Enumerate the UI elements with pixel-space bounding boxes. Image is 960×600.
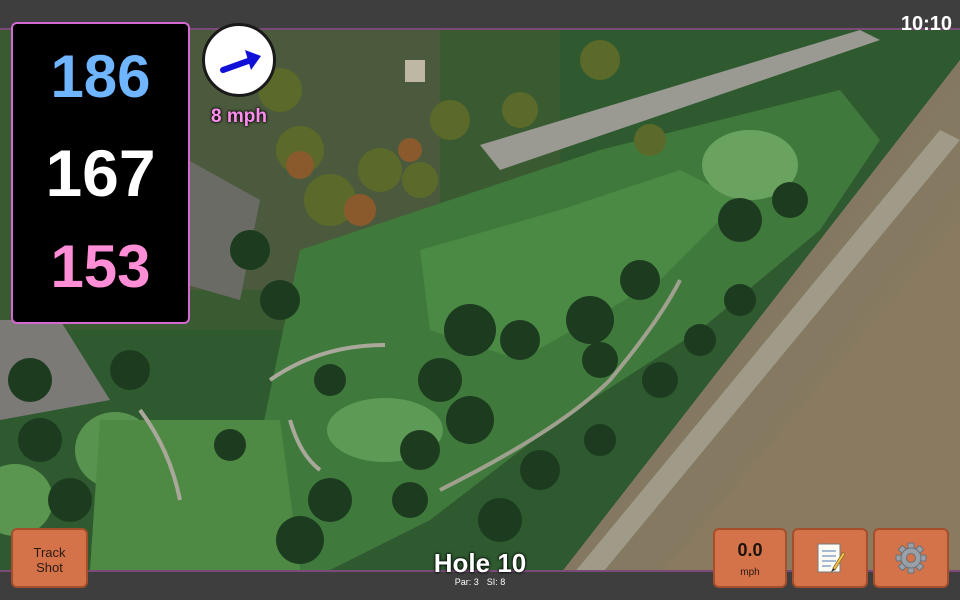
hole-info: Par: 3 SI: 8 xyxy=(380,577,580,587)
wind-arrow-icon xyxy=(220,50,261,73)
notepad-icon xyxy=(817,543,845,573)
hole-par: Par: 3 xyxy=(454,577,479,587)
speed-unit: mph xyxy=(740,567,760,578)
front-yardage: 153 xyxy=(50,233,151,300)
hole-title: Hole 10 xyxy=(433,548,527,578)
track-shot-button[interactable]: Track Shot xyxy=(11,528,88,588)
wind-speed-label: 8 mph xyxy=(211,106,267,127)
yardage-panel: 186 167 153 xyxy=(11,22,190,324)
clock: 10:10 xyxy=(900,13,952,35)
speed-value: 0.0 xyxy=(737,540,763,560)
gear-icon xyxy=(895,542,927,574)
notes-button[interactable] xyxy=(792,528,868,588)
middle-yardage: 167 xyxy=(45,136,156,210)
track-shot-label-line1: Track xyxy=(33,545,66,560)
hole-stroke-index: SI: 8 xyxy=(486,577,506,587)
wind-indicator xyxy=(202,23,276,97)
back-yardage: 186 xyxy=(50,43,151,110)
speed-button[interactable]: 0.0 mph xyxy=(713,528,787,588)
settings-button[interactable] xyxy=(873,528,949,588)
track-shot-label-line2: Shot xyxy=(36,560,63,575)
